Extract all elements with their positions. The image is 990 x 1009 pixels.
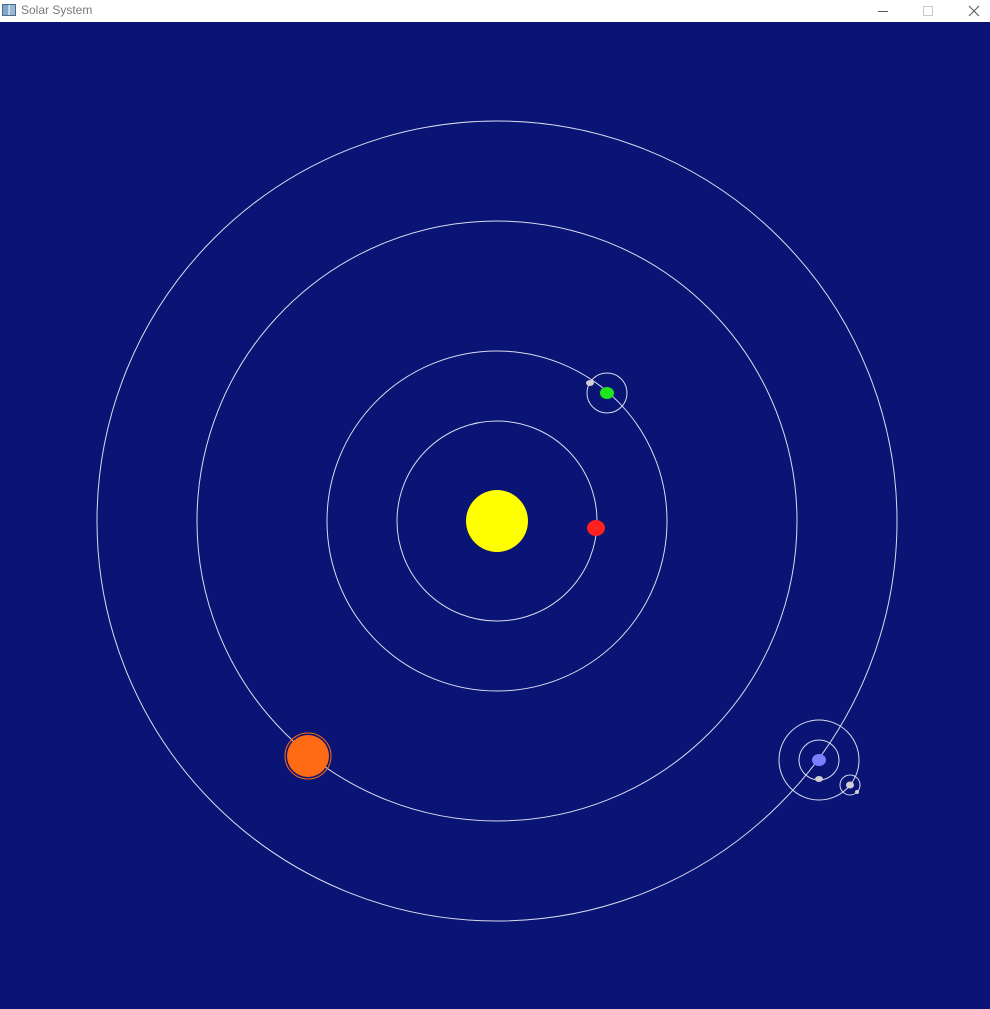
sub-moon [855,790,859,794]
maximize-icon [923,6,933,16]
blue-planet-outer-moon [846,781,854,789]
minimize-button[interactable] [860,0,906,22]
green-planet-moon [586,380,594,386]
orange-planet [287,735,329,777]
solar-system-canvas[interactable] [0,22,990,1009]
close-icon [968,5,980,17]
window-title: Solar System [21,3,93,17]
close-button[interactable] [951,0,990,22]
blue-planet [812,754,826,766]
sun [466,490,528,552]
title-bar[interactable]: Solar System [0,0,990,22]
maximize-button[interactable] [905,0,951,22]
app-icon [2,4,16,16]
green-planet [600,387,614,399]
solar-system-scene [96,120,898,922]
red-planet [587,520,605,536]
app-window: Solar System [0,0,990,1009]
minimize-icon [878,11,888,12]
blue-planet-inner-moon [815,776,823,782]
